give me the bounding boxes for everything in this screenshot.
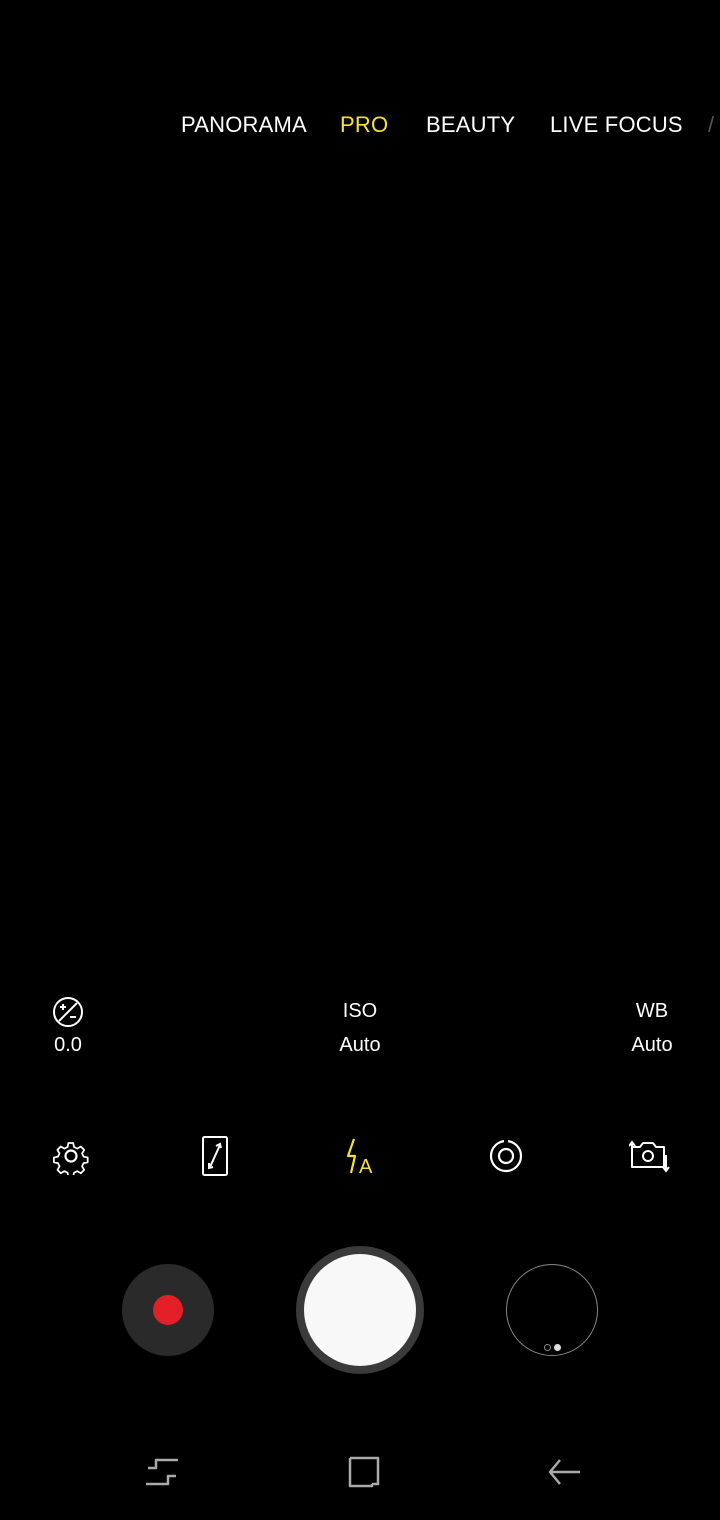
iso-value: Auto	[339, 1034, 381, 1056]
switch-camera-button[interactable]	[626, 1134, 674, 1182]
wb-label: WB	[635, 1000, 669, 1022]
back-icon	[546, 1454, 582, 1495]
mode-tab-panorama[interactable]: PANORAMA	[181, 112, 307, 138]
exposure-value: 0.0	[54, 1034, 82, 1056]
aspect-ratio-icon	[201, 1135, 231, 1182]
switch-camera-icon	[628, 1137, 671, 1180]
wb-value: Auto	[631, 1034, 673, 1056]
settings-button[interactable]	[47, 1134, 95, 1182]
gear-icon	[52, 1137, 90, 1180]
effects-button[interactable]	[482, 1134, 530, 1182]
exposure-compensation-icon	[8, 996, 128, 1027]
mode-selector[interactable]: PANORAMA PRO BEAUTY LIVE FOCUS /	[0, 104, 720, 148]
svg-text:A: A	[359, 1156, 373, 1176]
mode-tab-next-partial[interactable]: /	[708, 112, 714, 138]
record-video-button[interactable]	[122, 1264, 214, 1356]
recent-apps-icon	[144, 1454, 180, 1495]
back-button[interactable]	[542, 1452, 586, 1496]
shutter-inner	[304, 1254, 416, 1366]
mode-tab-beauty[interactable]: BEAUTY	[426, 112, 515, 138]
iso-control[interactable]: ISO Auto	[300, 996, 420, 1057]
iso-label: ISO	[342, 1000, 378, 1022]
home-icon	[345, 1454, 381, 1495]
exposure-control[interactable]: 0.0	[8, 996, 128, 1057]
gallery-thumbnail[interactable]	[506, 1264, 598, 1356]
white-balance-control[interactable]: WB Auto	[592, 996, 712, 1057]
shutter-button[interactable]	[296, 1246, 424, 1374]
mode-tab-live-focus[interactable]: LIVE FOCUS	[550, 112, 683, 138]
flash-auto-icon: A	[342, 1136, 378, 1181]
record-icon	[153, 1295, 183, 1325]
home-button[interactable]	[341, 1452, 385, 1496]
aspect-ratio-button[interactable]	[192, 1134, 240, 1182]
thumbnail-page-indicator	[544, 1344, 561, 1351]
effects-icon	[487, 1137, 525, 1180]
recent-apps-button[interactable]	[140, 1452, 184, 1496]
flash-button[interactable]: A	[336, 1134, 384, 1182]
mode-tab-pro[interactable]: PRO	[340, 112, 388, 138]
